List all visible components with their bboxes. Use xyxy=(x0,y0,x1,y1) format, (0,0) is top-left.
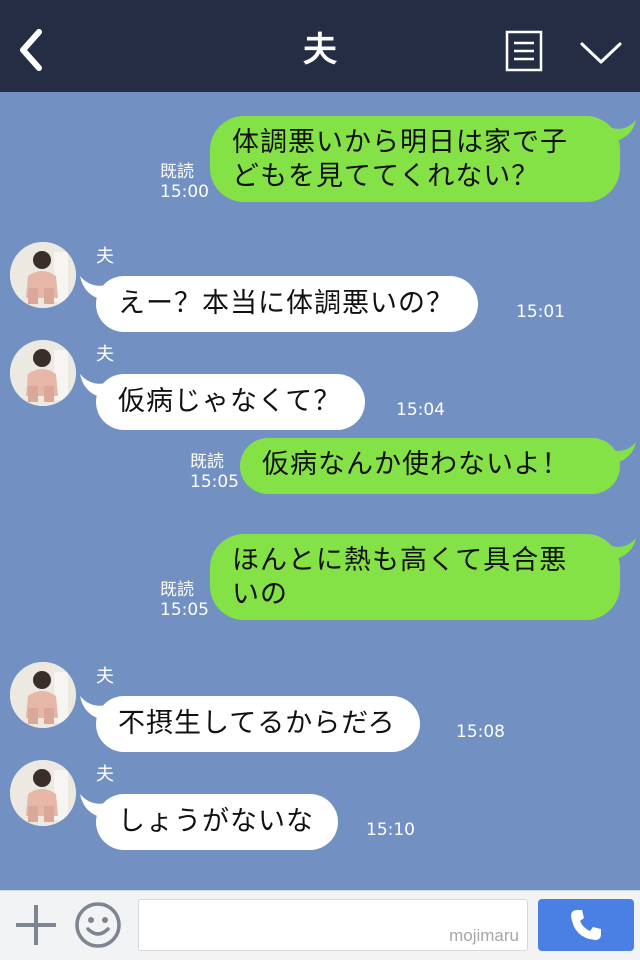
message-row-incoming: 夫 えー？本当に体調悪いの？ 15:01 xyxy=(0,242,640,334)
bubble-tail xyxy=(80,696,110,720)
read-receipt: 既読 xyxy=(160,580,194,600)
collapse-button[interactable] xyxy=(578,36,624,70)
message-row-incoming: 夫 しょうがないな 15:10 xyxy=(0,760,640,852)
sender-name: 夫 xyxy=(96,246,114,267)
message-text: えー？本当に体調悪いの？ xyxy=(118,288,454,319)
menu-button[interactable] xyxy=(504,30,544,74)
chat-title: 夫 xyxy=(303,30,337,70)
message-time: 15:00 xyxy=(160,182,209,202)
message-text-line: いの xyxy=(232,579,288,610)
message-time: 15:01 xyxy=(516,302,565,322)
smiley-icon xyxy=(75,902,121,948)
plus-icon xyxy=(16,905,56,945)
avatar[interactable] xyxy=(10,662,76,728)
incoming-bubble[interactable]: しょうがないな xyxy=(80,794,338,850)
outgoing-bubble[interactable]: 体調悪いから明日は家で子 どもを見ててくれない？ xyxy=(210,116,636,202)
message-text-line: ほんとに熱も高くて具合悪 xyxy=(232,545,568,576)
message-time: 15:05 xyxy=(190,472,239,492)
chat-header: 夫 xyxy=(0,0,640,92)
bubble-tail xyxy=(606,442,636,464)
bubble-tail xyxy=(606,120,636,142)
avatar-image xyxy=(10,340,76,406)
message-text: 仮病じゃなくて？ xyxy=(118,386,342,417)
emoji-button[interactable] xyxy=(74,901,122,949)
bubble-tail xyxy=(80,374,110,398)
message-time: 15:08 xyxy=(456,722,505,742)
incoming-bubble[interactable]: 仮病じゃなくて？ xyxy=(80,374,366,430)
avatar-image xyxy=(10,760,76,826)
bubble-tail xyxy=(80,276,110,300)
sender-name: 夫 xyxy=(96,344,114,365)
message-row-outgoing: 既読 15:05 仮病なんか使わないよ！ xyxy=(0,438,640,498)
bubble-tail xyxy=(606,538,636,560)
avatar[interactable] xyxy=(10,340,76,406)
phone-icon xyxy=(571,910,601,940)
message-text: 不摂生してるからだろ xyxy=(118,708,396,739)
call-button[interactable] xyxy=(538,899,634,951)
read-receipt: 既読 xyxy=(190,452,224,472)
outgoing-bubble[interactable]: ほんとに熱も高くて具合悪 いの xyxy=(210,534,636,620)
message-meta: 既読 15:05 xyxy=(190,452,239,492)
message-row-incoming: 夫 不摂生してるからだろ 15:08 xyxy=(0,662,640,754)
avatar[interactable] xyxy=(10,760,76,826)
message-text-line: 体調悪いから明日は家で子 xyxy=(232,127,568,158)
message-text: しょうがないな xyxy=(118,806,314,837)
message-time: 15:10 xyxy=(366,820,415,840)
message-time: 15:05 xyxy=(160,600,209,620)
message-input-bar: mojimaru xyxy=(0,890,640,960)
message-text-line: 仮病なんか使わないよ！ xyxy=(262,449,570,480)
avatar[interactable] xyxy=(10,242,76,308)
outgoing-bubble[interactable]: 仮病なんか使わないよ！ xyxy=(240,438,636,494)
chevron-down-icon xyxy=(580,42,622,64)
message-text-input[interactable]: mojimaru xyxy=(138,899,528,951)
message-row-outgoing: 既読 15:00 体調悪いから明日は家で子 どもを見ててくれない？ xyxy=(0,116,640,208)
sender-name: 夫 xyxy=(96,764,114,785)
chat-area[interactable]: 既読 15:00 体調悪いから明日は家で子 どもを見ててくれない？ 夫 えー？本… xyxy=(0,92,640,890)
message-text-line: どもを見ててくれない？ xyxy=(232,161,540,192)
message-row-incoming: 夫 仮病じゃなくて？ 15:04 xyxy=(0,340,640,432)
menu-list-icon xyxy=(505,30,543,72)
read-receipt: 既読 xyxy=(160,162,194,182)
message-row-outgoing: 既読 15:05 ほんとに熱も高くて具合悪 いの xyxy=(0,534,640,626)
sender-name: 夫 xyxy=(96,666,114,687)
add-button[interactable] xyxy=(14,903,58,947)
message-meta: 既読 15:05 xyxy=(160,580,209,620)
avatar-image xyxy=(10,662,76,728)
avatar-image xyxy=(10,242,76,308)
incoming-bubble[interactable]: えー？本当に体調悪いの？ xyxy=(80,276,478,332)
incoming-bubble[interactable]: 不摂生してるからだろ xyxy=(80,696,420,752)
bubble-tail xyxy=(80,794,110,818)
watermark-text: mojimaru xyxy=(449,926,519,945)
message-meta: 既読 15:00 xyxy=(160,162,209,202)
message-time: 15:04 xyxy=(396,400,445,420)
